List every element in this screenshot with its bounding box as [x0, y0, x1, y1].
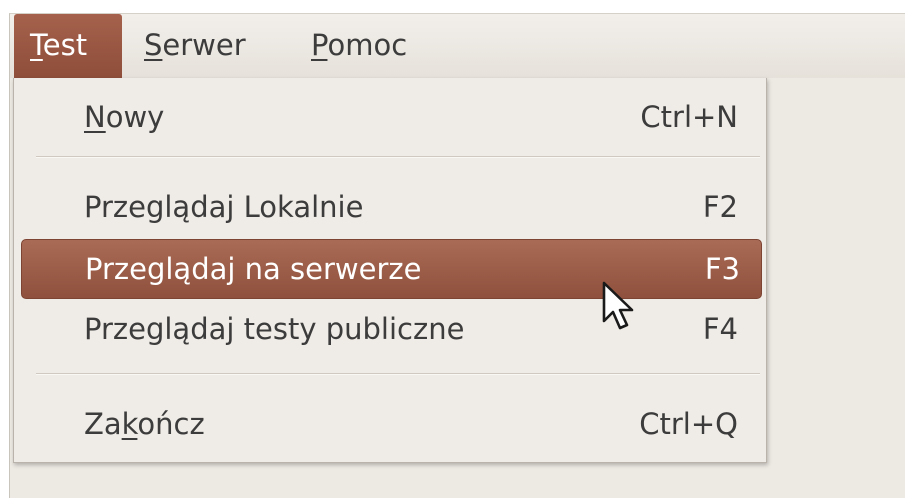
menu-item-przegladaj-na-serwerze-shortcut: F3 — [704, 252, 740, 286]
menu-item-zakoncz-shortcut: Ctrl+Q — [639, 407, 738, 441]
menu-item-zakoncz[interactable]: Zakończ Ctrl+Q — [14, 402, 766, 446]
menu-item-zakoncz-label: Zakończ — [84, 407, 205, 441]
menu-item-przegladaj-na-serwerze[interactable]: Przeglądaj na serwerze F3 — [21, 239, 762, 299]
mouse-pointer-icon — [602, 281, 634, 330]
menu-item-przegladaj-testy-publiczne[interactable]: Przeglądaj testy publiczne F4 — [14, 307, 766, 351]
test-dropdown-menu: Nowy Ctrl+N Przeglądaj Lokalnie F2 Przeg… — [13, 78, 767, 463]
menu-item-przegladaj-lokalnie[interactable]: Przeglądaj Lokalnie F2 — [14, 185, 766, 229]
menubar-item-pomoc-mnemonic: P — [311, 28, 328, 62]
menu-item-nowy[interactable]: Nowy Ctrl+N — [14, 95, 766, 139]
menu-item-przegladaj-lokalnie-label: Przeglądaj Lokalnie — [84, 190, 364, 224]
menubar-item-test-label: est — [42, 28, 88, 62]
menubar-item-test[interactable]: Test — [14, 14, 122, 78]
menubar-item-serwer-label: erwer — [162, 28, 246, 62]
menu-item-nowy-shortcut: Ctrl+N — [640, 100, 738, 134]
menu-item-nowy-mnemonic: N — [84, 100, 106, 134]
menu-item-nowy-label: Nowy — [84, 100, 165, 134]
menubar-item-pomoc[interactable]: Pomoc — [311, 14, 407, 78]
menubar: Test Serwer Pomoc — [10, 14, 905, 78]
menu-item-zakoncz-mnemonic: k — [121, 407, 138, 441]
menubar-item-pomoc-label: omoc — [327, 28, 408, 62]
menu-item-przegladaj-na-serwerze-label: Przeglądaj na serwerze — [85, 252, 422, 286]
menubar-item-serwer[interactable]: Serwer — [144, 14, 246, 78]
menu-item-przegladaj-testy-publiczne-label: Przeglądaj testy publiczne — [84, 312, 465, 346]
menubar-item-serwer-mnemonic: S — [144, 28, 163, 62]
menu-separator — [36, 156, 760, 158]
menu-item-przegladaj-testy-publiczne-shortcut: F4 — [702, 312, 738, 346]
menubar-item-test-mnemonic: T — [30, 28, 43, 62]
menu-item-przegladaj-lokalnie-shortcut: F2 — [702, 190, 738, 224]
menu-separator — [36, 373, 760, 375]
